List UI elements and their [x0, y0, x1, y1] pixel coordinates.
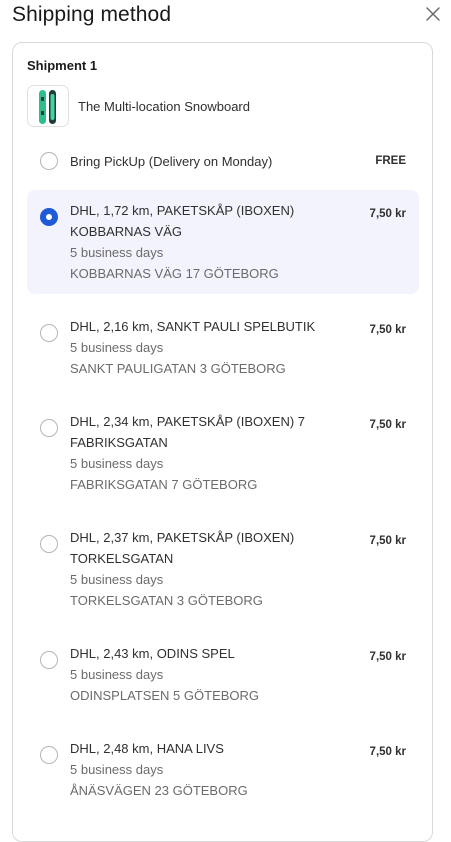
radio-button[interactable]: [40, 651, 58, 669]
option-delivery-time: 5 business days: [70, 456, 164, 471]
option-address: KOBBARNAS VÄG 17 GÖTEBORG: [70, 266, 279, 281]
close-button[interactable]: [423, 4, 443, 24]
snowboard-icon: [39, 90, 56, 124]
option-delivery-time: 5 business days: [70, 667, 164, 682]
radio-button[interactable]: [40, 419, 58, 437]
modal-header: Shipping method: [0, 0, 451, 36]
shipping-option-selected[interactable]: DHL, 1,72 km, PAKETSKÅP (IBOXEN) KOBBARN…: [27, 190, 419, 294]
option-price: FREE: [375, 155, 406, 167]
option-title: DHL, 2,34 km, PAKETSKÅP (IBOXEN) 7 FABRI…: [70, 414, 306, 450]
shipping-option[interactable]: DHL, 2,16 km, SANKT PAULI SPELBUTIK 5 bu…: [27, 306, 419, 389]
radio-button-checked[interactable]: [40, 208, 58, 226]
option-title: Bring PickUp (Delivery on Monday): [70, 154, 273, 169]
option-address: ÅNÄSVÄGEN 23 GÖTEBORG: [70, 783, 248, 798]
option-title: DHL, 2,37 km, PAKETSKÅP (IBOXEN) TORKELS…: [70, 530, 295, 566]
option-title: DHL, 1,72 km, PAKETSKÅP (IBOXEN) KOBBARN…: [70, 203, 295, 239]
shipment-card: Shipment 1 The Multi-location Snowboard …: [12, 42, 433, 842]
shipping-option[interactable]: DHL, 2,37 km, PAKETSKÅP (IBOXEN) TORKELS…: [27, 517, 419, 621]
radio-button[interactable]: [40, 324, 58, 342]
option-price: 7,50 kr: [369, 419, 406, 431]
radio-button[interactable]: [40, 746, 58, 764]
option-price: 7,50 kr: [369, 535, 406, 547]
shipping-options-list: Bring PickUp (Delivery on Monday) FREE D…: [27, 140, 419, 823]
shipping-option[interactable]: DHL, 2,43 km, ODINS SPEL 5 business days…: [27, 633, 419, 716]
option-delivery-time: 5 business days: [70, 572, 164, 587]
product-name: The Multi-location Snowboard: [78, 99, 250, 114]
option-price: 7,50 kr: [369, 651, 406, 663]
option-delivery-time: 5 business days: [70, 340, 164, 355]
option-title: DHL, 2,48 km, HANA LIVS: [70, 741, 224, 756]
option-address: TORKELSGATAN 3 GÖTEBORG: [70, 593, 263, 608]
shipping-option[interactable]: DHL, 2,34 km, PAKETSKÅP (IBOXEN) 7 FABRI…: [27, 401, 419, 505]
option-title: DHL, 2,16 km, SANKT PAULI SPELBUTIK: [70, 319, 316, 334]
page-title: Shipping method: [12, 3, 172, 26]
close-icon: [426, 7, 440, 21]
option-price: 7,50 kr: [369, 746, 406, 758]
option-price: 7,50 kr: [369, 324, 406, 336]
option-delivery-time: 5 business days: [70, 762, 164, 777]
option-price: 7,50 kr: [369, 208, 406, 220]
radio-button[interactable]: [40, 152, 58, 170]
option-address: SANKT PAULIGATAN 3 GÖTEBORG: [70, 361, 286, 376]
shipping-option[interactable]: Bring PickUp (Delivery on Monday) FREE: [27, 140, 419, 180]
option-title: DHL, 2,43 km, ODINS SPEL: [70, 646, 235, 661]
option-delivery-time: 5 business days: [70, 245, 164, 260]
option-address: FABRIKSGATAN 7 GÖTEBORG: [70, 477, 258, 492]
option-address: ODINSPLATSEN 5 GÖTEBORG: [70, 688, 260, 703]
product-thumbnail: [27, 85, 69, 127]
shipment-label: Shipment 1: [27, 58, 98, 73]
radio-button[interactable]: [40, 535, 58, 553]
product-row: The Multi-location Snowboard: [27, 85, 407, 127]
shipping-option[interactable]: DHL, 2,48 km, HANA LIVS 5 business days …: [27, 728, 419, 811]
